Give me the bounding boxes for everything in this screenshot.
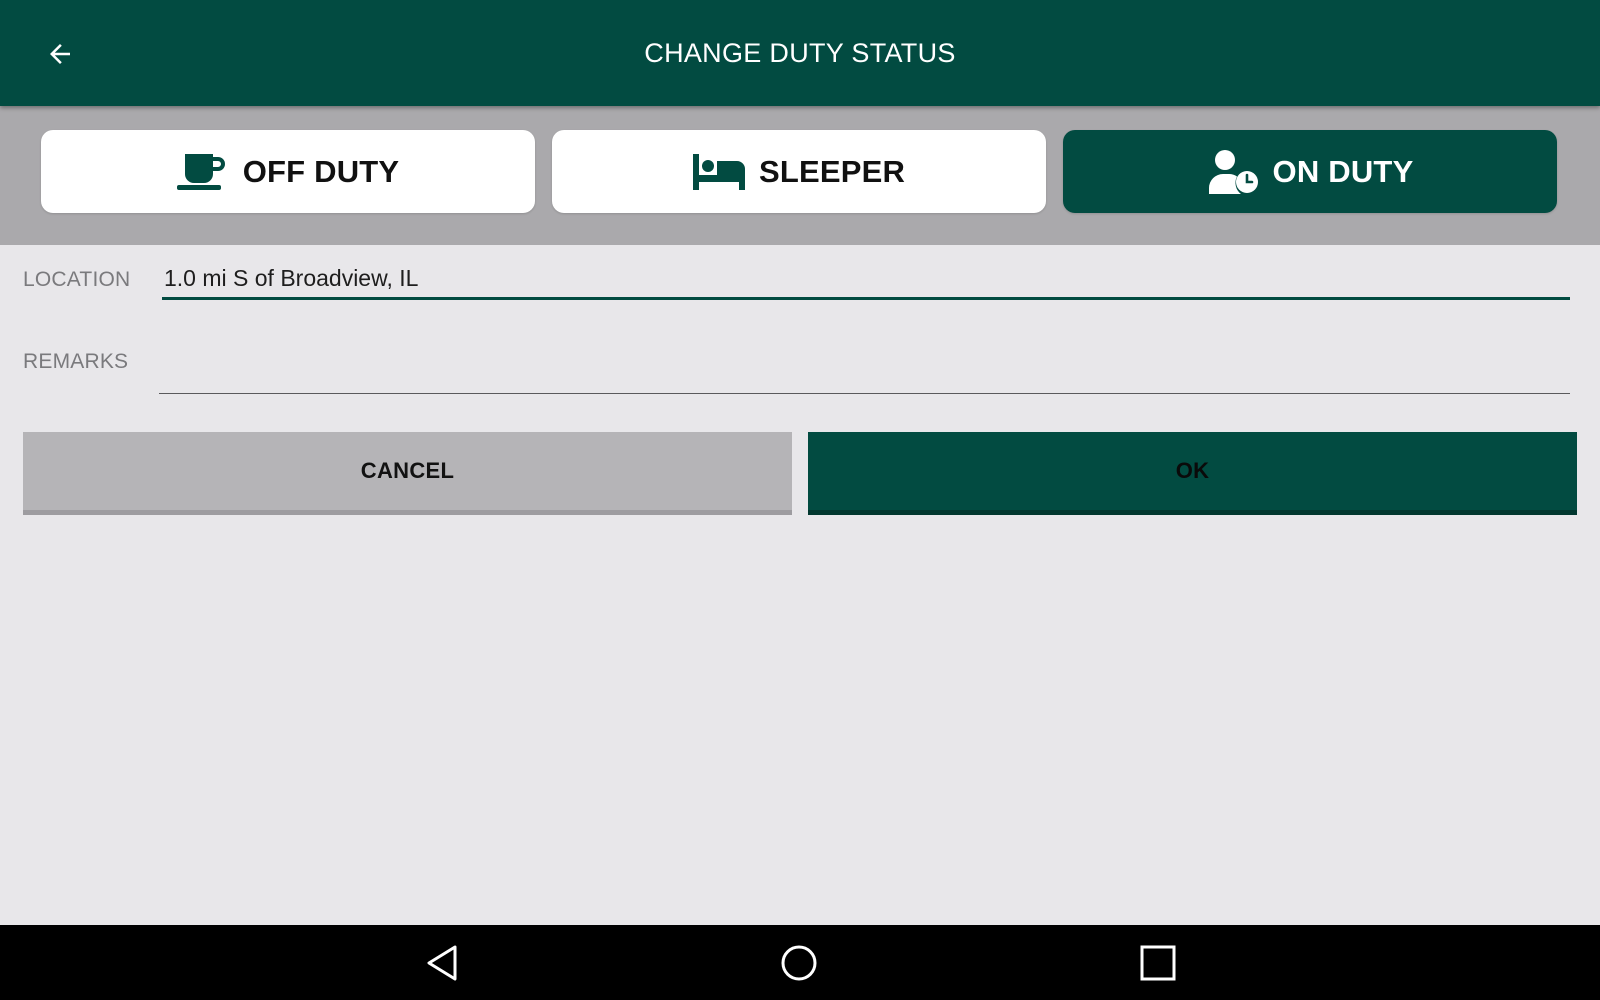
sleeper-button[interactable]: SLEEPER bbox=[552, 130, 1046, 213]
nav-recents-button[interactable] bbox=[1132, 937, 1184, 989]
nav-back-triangle-icon bbox=[427, 945, 457, 981]
arrow-left-icon bbox=[50, 44, 70, 64]
app-root: CHANGE DUTY STATUS OFF DUTY SLEEPER ON D… bbox=[0, 0, 1600, 1000]
duty-status-selector: OFF DUTY SLEEPER ON DUTY bbox=[0, 106, 1600, 245]
nav-home-button[interactable] bbox=[773, 937, 825, 989]
on-duty-label: ON DUTY bbox=[1272, 153, 1414, 189]
location-label: LOCATION bbox=[23, 268, 131, 291]
system-nav-bar bbox=[0, 925, 1600, 1000]
back-button[interactable] bbox=[36, 30, 84, 78]
app-header: CHANGE DUTY STATUS bbox=[0, 0, 1600, 106]
off-duty-label: OFF DUTY bbox=[242, 153, 400, 189]
on-duty-button[interactable]: ON DUTY bbox=[1063, 130, 1557, 213]
remarks-input[interactable] bbox=[159, 345, 1570, 394]
person-clock-icon bbox=[1207, 149, 1259, 194]
nav-back-button[interactable] bbox=[416, 937, 468, 989]
nav-recents-square-icon bbox=[1140, 945, 1176, 981]
ok-button[interactable]: OK bbox=[808, 432, 1577, 515]
remarks-label: REMARKS bbox=[23, 350, 129, 373]
page-title: CHANGE DUTY STATUS bbox=[644, 37, 956, 68]
location-input[interactable] bbox=[162, 260, 1570, 300]
coffee-cup-icon bbox=[176, 153, 229, 191]
off-duty-button[interactable]: OFF DUTY bbox=[41, 130, 535, 213]
bed-icon bbox=[692, 153, 745, 190]
nav-home-circle-icon bbox=[781, 945, 817, 981]
sleeper-label: SLEEPER bbox=[758, 153, 906, 189]
cancel-button[interactable]: CANCEL bbox=[23, 432, 792, 515]
